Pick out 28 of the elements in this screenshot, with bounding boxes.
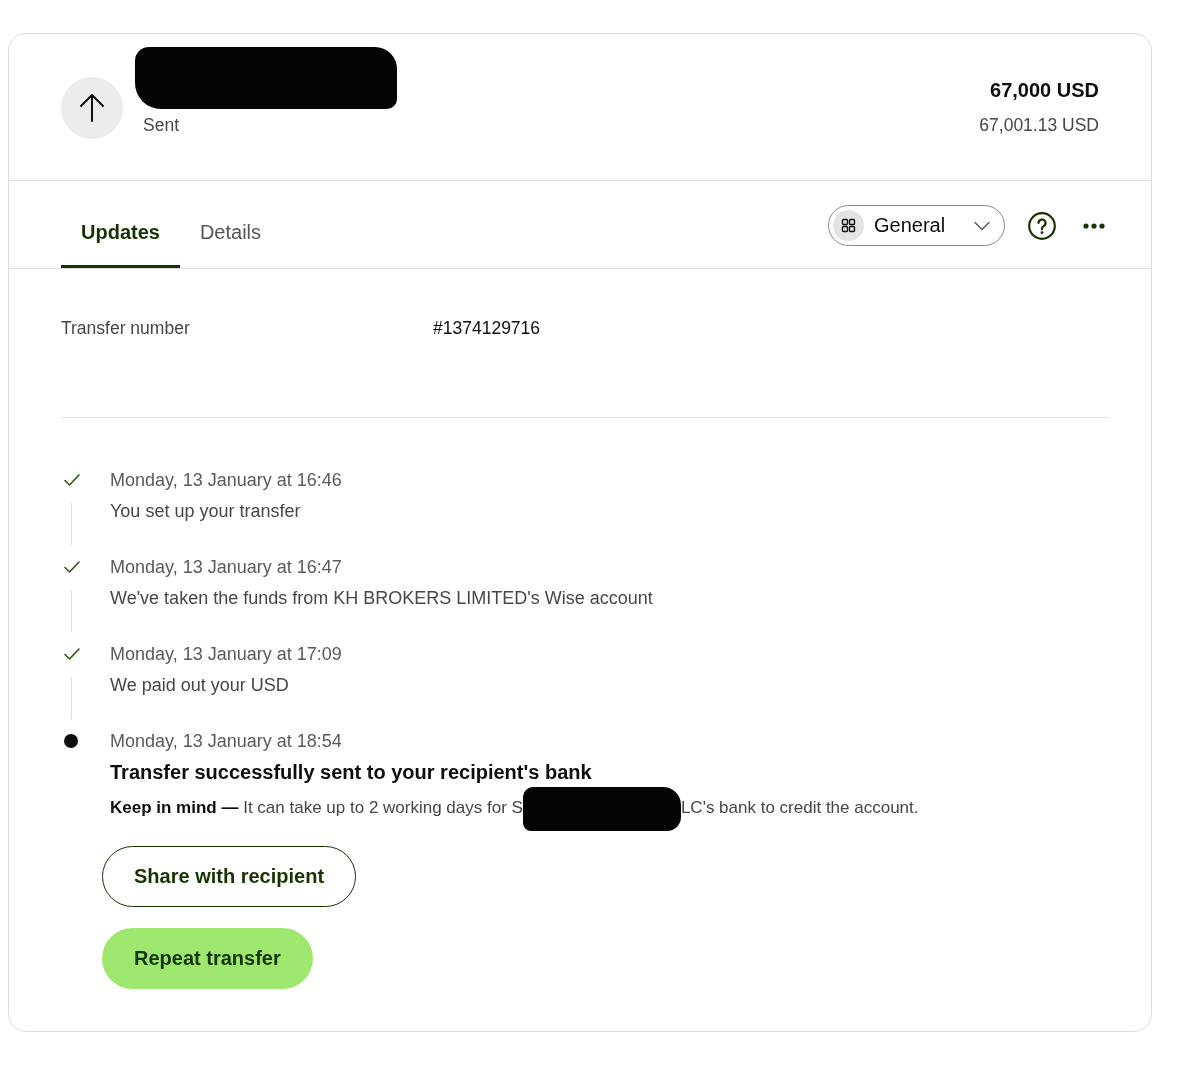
chevron-down-icon xyxy=(974,220,990,231)
tab[interactable]: Details xyxy=(179,220,282,268)
more-icon[interactable] xyxy=(1083,222,1105,229)
event-title: Transfer successfully sent to your recipient's bank xyxy=(110,760,592,785)
grid-icon xyxy=(833,210,864,241)
repeat-button[interactable]: Repeat transfer xyxy=(102,927,313,989)
event-description: You set up your transfer xyxy=(110,500,301,523)
event-date: Monday, 13 January at 17:09 xyxy=(110,643,342,666)
check-icon xyxy=(64,561,80,573)
event-date: Monday, 13 January at 18:54 xyxy=(110,730,342,753)
transfer-number: #1374129716 xyxy=(433,317,541,340)
check-icon xyxy=(64,474,80,486)
event-date: Monday, 13 January at 16:47 xyxy=(110,556,342,579)
dot-icon xyxy=(64,734,78,748)
category-dropdown[interactable]: General xyxy=(828,205,1005,246)
arrow-up-icon xyxy=(61,77,123,139)
event-description: We paid out your USD xyxy=(110,674,289,697)
amount-text: 67,000 USD xyxy=(989,78,1099,103)
check-icon xyxy=(64,648,80,660)
amount-detail-text: 67,001.13 USD xyxy=(979,114,1099,137)
event-date: Monday, 13 January at 16:46 xyxy=(110,469,342,492)
tab[interactable]: Updates xyxy=(61,220,180,268)
info-note: Keep in mind — It can take up to 2 working days for S LC's bank to credit the account. xyxy=(110,796,919,821)
status-label: Sent xyxy=(143,114,180,137)
help-icon[interactable] xyxy=(1028,211,1056,240)
event-description: We've taken the funds from KH BROKERS LIMITED's Wise account xyxy=(110,587,653,610)
share-button[interactable]: Share with recipient xyxy=(102,845,357,907)
detail-label: Transfer number xyxy=(61,317,191,340)
